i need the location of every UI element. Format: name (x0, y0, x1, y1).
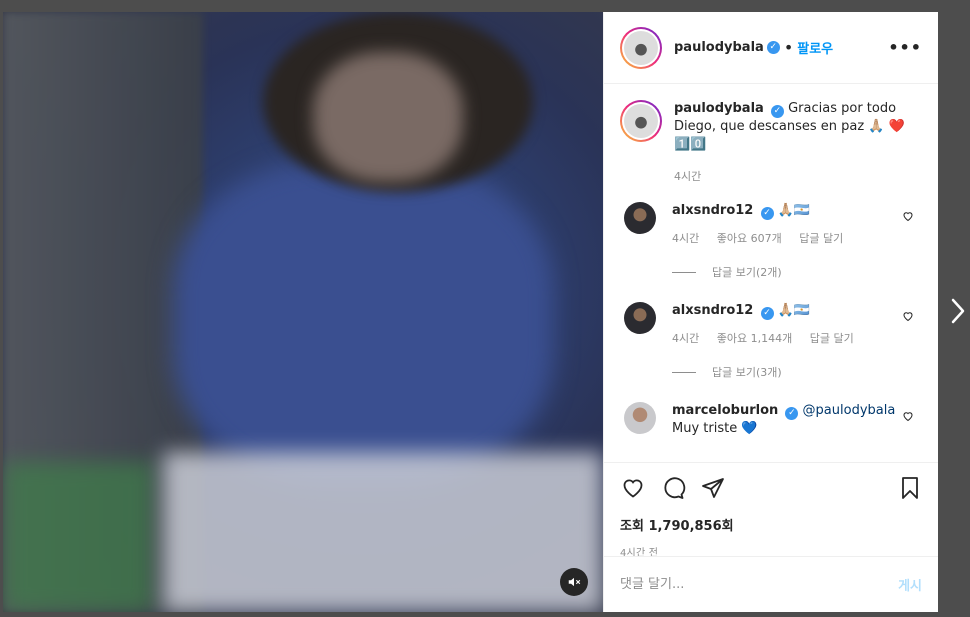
post-header: paulodybala ✓ • 팔로우 ••• (604, 12, 938, 84)
save-button[interactable] (898, 475, 922, 501)
comment-item: alxsndro12 ✓ 🙏🏼🇦🇷 4시간 좋아요 607개 답글 달기 (620, 202, 922, 248)
comment-username[interactable]: marceloburlon (672, 403, 778, 418)
post-side-panel: paulodybala ✓ • 팔로우 ••• paulodybala ✓ Gr… (603, 12, 938, 612)
comment-icon (664, 477, 686, 499)
comment-mention[interactable]: @paulodybala (803, 403, 896, 418)
speaker-muted-icon (568, 577, 581, 587)
comment-input[interactable] (620, 577, 899, 592)
verified-badge-icon: ✓ (766, 41, 780, 54)
separator-dot: • (783, 38, 794, 57)
caption-time[interactable]: 4시간 (674, 168, 905, 186)
share-button[interactable] (700, 476, 726, 500)
verified-badge-icon: ✓ (785, 407, 799, 420)
comment-item: marceloburlon ✓ @paulodybala Muy triste … (620, 402, 922, 438)
post-actions: 조회 1,790,856회 4시간 전 (604, 462, 938, 559)
author-username[interactable]: paulodybala (674, 40, 764, 55)
more-options-button[interactable]: ••• (888, 38, 922, 57)
comment-meta: 4시간 좋아요 607개 답글 달기 (672, 230, 922, 248)
video-frame-shorts (163, 452, 603, 612)
follow-button[interactable]: 팔로우 (797, 38, 833, 57)
comment-avatar[interactable] (624, 402, 656, 434)
view-replies-button[interactable]: 답글 보기(2개) (672, 264, 922, 280)
comment-item: alxsndro12 ✓ 🙏🏼🇦🇷 4시간 좋아요 1,144개 답글 달기 (620, 302, 922, 348)
view-replies-label: 답글 보기(2개) (712, 266, 782, 279)
video-frame-field (3, 462, 153, 612)
comment-text: 🙏🏼🇦🇷 (777, 203, 811, 218)
view-replies-label: 답글 보기(3개) (712, 366, 782, 379)
heart-icon (623, 479, 643, 498)
replies-divider (672, 371, 696, 373)
reply-button[interactable]: 답글 달기 (810, 332, 854, 345)
video-frame-jacket (173, 162, 553, 482)
comment-text: Muy triste 💙 (672, 421, 758, 436)
author-line: paulodybala ✓ • 팔로우 (674, 38, 833, 57)
post-video[interactable] (3, 12, 603, 612)
comment-likes[interactable]: 좋아요 607개 (717, 232, 782, 245)
post-modal: paulodybala ✓ • 팔로우 ••• paulodybala ✓ Gr… (3, 12, 938, 612)
comment-time[interactable]: 4시간 (672, 332, 699, 345)
action-icons-row (620, 473, 922, 503)
add-comment-bar: 게시 (604, 556, 938, 612)
comments-section[interactable]: paulodybala ✓ Gracias por todo Diego, qu… (604, 84, 938, 462)
post-comment-button[interactable]: 게시 (898, 575, 922, 594)
comment-likes[interactable]: 좋아요 1,144개 (717, 332, 792, 345)
share-icon (702, 478, 724, 498)
like-button[interactable] (620, 476, 646, 500)
view-replies-button[interactable]: 답글 보기(3개) (672, 364, 922, 380)
comment-time[interactable]: 4시간 (672, 232, 699, 245)
comment-username[interactable]: alxsndro12 (672, 203, 753, 218)
comment-avatar[interactable] (624, 202, 656, 234)
caption-text-line1: Gracias por todo (788, 101, 897, 116)
verified-badge-icon: ✓ (760, 307, 774, 320)
comment-avatar[interactable] (624, 302, 656, 334)
caption-username[interactable]: paulodybala (674, 101, 764, 116)
comment-username[interactable]: alxsndro12 (672, 303, 753, 318)
mute-toggle-button[interactable] (560, 568, 588, 596)
caption-avatar[interactable] (620, 100, 662, 142)
comment-like-icon[interactable] (902, 310, 914, 322)
post-caption: paulodybala ✓ Gracias por todo Diego, qu… (620, 100, 922, 186)
comment-meta: 4시간 좋아요 1,144개 답글 달기 (672, 330, 922, 348)
comment-like-icon[interactable] (902, 410, 914, 422)
chevron-right-icon (951, 298, 965, 324)
comment-button[interactable] (660, 476, 686, 500)
replies-divider (672, 271, 696, 273)
caption-text-line3: 1️⃣0️⃣ (674, 137, 707, 152)
verified-badge-icon: ✓ (770, 105, 784, 118)
next-post-button[interactable] (950, 296, 966, 330)
verified-badge-icon: ✓ (760, 207, 774, 220)
caption-text-line2: Diego, que descanses en paz 🙏🏼 ❤️ (674, 119, 905, 134)
bookmark-icon (902, 477, 918, 499)
reply-button[interactable]: 답글 달기 (799, 232, 843, 245)
comment-text: 🙏🏼🇦🇷 (777, 303, 811, 318)
author-avatar[interactable] (620, 26, 662, 69)
video-frame-face (313, 52, 463, 182)
view-count[interactable]: 조회 1,790,856회 (620, 515, 922, 534)
comment-like-icon[interactable] (902, 210, 914, 222)
